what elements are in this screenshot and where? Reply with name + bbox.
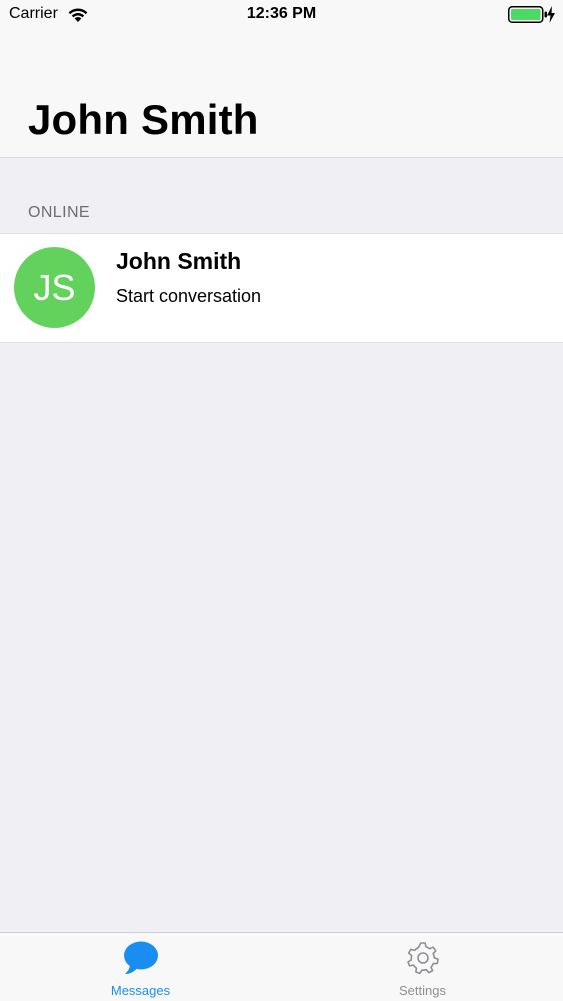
contact-list: JS John Smith Start conversation (0, 233, 563, 343)
chat-bubble-icon (123, 941, 158, 974)
tab-bar: Messages Settings (0, 932, 563, 1001)
gear-icon (406, 942, 439, 975)
charging-bolt-icon (547, 6, 555, 23)
status-time: 12:36 PM (246, 5, 317, 22)
tab-label-settings: Settings (399, 983, 446, 998)
contact-subtitle: Start conversation (116, 286, 262, 306)
avatar: JS (14, 247, 95, 328)
contact-name: John Smith (116, 248, 242, 274)
tab-settings[interactable]: Settings (282, 933, 563, 1001)
tab-label-messages: Messages (110, 983, 171, 998)
status-bar: Carrier 12:36 PM (0, 0, 563, 30)
battery-full-icon (508, 6, 547, 23)
navigation-bar: John Smith (0, 30, 563, 158)
section-header-online: ONLINE (28, 204, 90, 221)
page-title: John Smith (28, 96, 259, 143)
tab-messages[interactable]: Messages (0, 933, 281, 1001)
